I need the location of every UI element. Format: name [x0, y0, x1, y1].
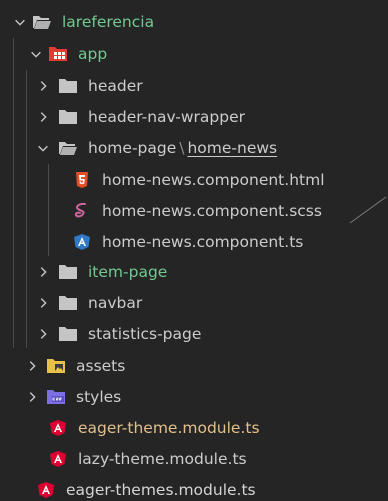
tree-item-label: eager-themes.module.ts — [66, 480, 256, 499]
chevron-right-icon[interactable] — [35, 109, 51, 125]
stray-line — [349, 196, 387, 224]
app-folder-icon — [48, 45, 68, 63]
css-folder-icon — [46, 388, 66, 406]
chevron-right-icon[interactable] — [24, 389, 40, 405]
tree-item-label: app — [78, 44, 108, 63]
tree-item-navbar[interactable]: navbar — [0, 287, 388, 318]
tree-item-home-page[interactable]: home-page \ home-news — [0, 132, 388, 163]
folder-open-icon — [58, 139, 78, 157]
folder-icon — [58, 325, 78, 343]
folder-icon — [58, 77, 78, 95]
angular-ts-icon — [72, 233, 92, 251]
tree-item-app[interactable]: app — [0, 38, 388, 69]
chevron-down-icon[interactable] — [12, 14, 28, 30]
chevron-right-icon[interactable] — [35, 264, 51, 280]
angular-icon — [36, 481, 56, 499]
file-explorer-tree: lareferencia app header header-nav-wrapp… — [0, 0, 388, 501]
tree-item-label: eager-theme.module.ts — [78, 418, 260, 437]
tree-item-label: lareferencia — [62, 12, 155, 31]
tree-item-home-news-scss[interactable]: home-news.component.scss — [0, 195, 388, 226]
folder-icon — [58, 108, 78, 126]
angular-icon — [48, 450, 68, 468]
tree-item-label: styles — [76, 387, 122, 406]
sass-icon — [72, 202, 92, 220]
chevron-right-icon[interactable] — [35, 78, 51, 94]
tree-item-label: header-nav-wrapper — [88, 107, 246, 126]
tree-item-label: navbar — [88, 293, 143, 312]
tree-item-label: statistics-page — [88, 324, 202, 343]
tree-item-label: home-page — [88, 138, 177, 157]
tree-item-label: header — [88, 76, 143, 95]
tree-item-lareferencia[interactable]: lareferencia — [0, 6, 388, 37]
path-separator: \ — [179, 138, 185, 157]
assets-folder-icon — [46, 357, 66, 375]
tree-item-home-news-html[interactable]: home-news.component.html — [0, 164, 388, 195]
tree-item-lazy-theme-module[interactable]: lazy-theme.module.ts — [0, 443, 388, 474]
angular-icon — [48, 419, 68, 437]
tree-item-statistics-page[interactable]: statistics-page — [0, 318, 388, 349]
folder-icon — [58, 263, 78, 281]
tree-item-assets[interactable]: assets — [0, 350, 388, 381]
folder-icon — [58, 294, 78, 312]
html5-icon — [72, 171, 92, 189]
tree-item-styles[interactable]: styles — [0, 381, 388, 412]
tree-item-label: home-news.component.scss — [102, 201, 322, 220]
tree-item-label: lazy-theme.module.ts — [78, 449, 247, 468]
tree-item-eager-theme-module[interactable]: eager-theme.module.ts — [0, 412, 388, 443]
tree-item-item-page[interactable]: item-page — [0, 256, 388, 287]
tree-item-label: assets — [76, 356, 126, 375]
chevron-right-icon[interactable] — [24, 358, 40, 374]
tree-item-label: item-page — [88, 262, 168, 281]
chevron-down-icon[interactable] — [35, 140, 51, 156]
chevron-right-icon[interactable] — [35, 326, 51, 342]
tree-item-label: home-news.component.ts — [102, 232, 304, 251]
tree-item-label: home-news.component.html — [102, 170, 325, 189]
tree-item-home-news-ts[interactable]: home-news.component.ts — [0, 226, 388, 257]
compact-folder-segment[interactable]: home-news — [187, 138, 277, 158]
tree-item-header-nav-wrapper[interactable]: header-nav-wrapper — [0, 101, 388, 132]
tree-item-header[interactable]: header — [0, 70, 388, 101]
tree-item-eager-themes-module[interactable]: eager-themes.module.ts — [0, 474, 388, 501]
chevron-down-icon[interactable] — [28, 46, 44, 62]
folder-open-icon — [32, 13, 52, 31]
chevron-right-icon[interactable] — [35, 295, 51, 311]
